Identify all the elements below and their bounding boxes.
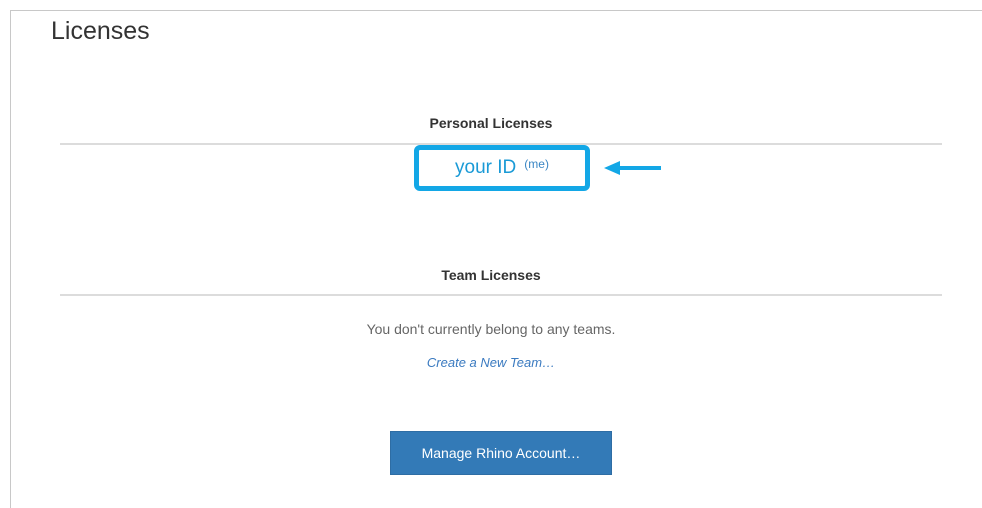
team-licenses-divider <box>60 294 942 296</box>
user-id-label[interactable]: your ID <box>455 157 516 179</box>
personal-license-highlight[interactable]: your ID (me) <box>414 145 590 191</box>
create-new-team-link[interactable]: Create a New Team… <box>0 355 982 370</box>
personal-licenses-heading: Personal Licenses <box>429 115 553 131</box>
no-teams-message: You don't currently belong to any teams. <box>366 321 616 337</box>
me-tag: (me) <box>524 157 549 171</box>
team-licenses-heading: Team Licenses <box>441 267 541 283</box>
manage-rhino-account-button[interactable]: Manage Rhino Account… <box>390 431 612 475</box>
arrow-left-icon <box>604 161 661 175</box>
page-title: Licenses <box>51 17 150 45</box>
